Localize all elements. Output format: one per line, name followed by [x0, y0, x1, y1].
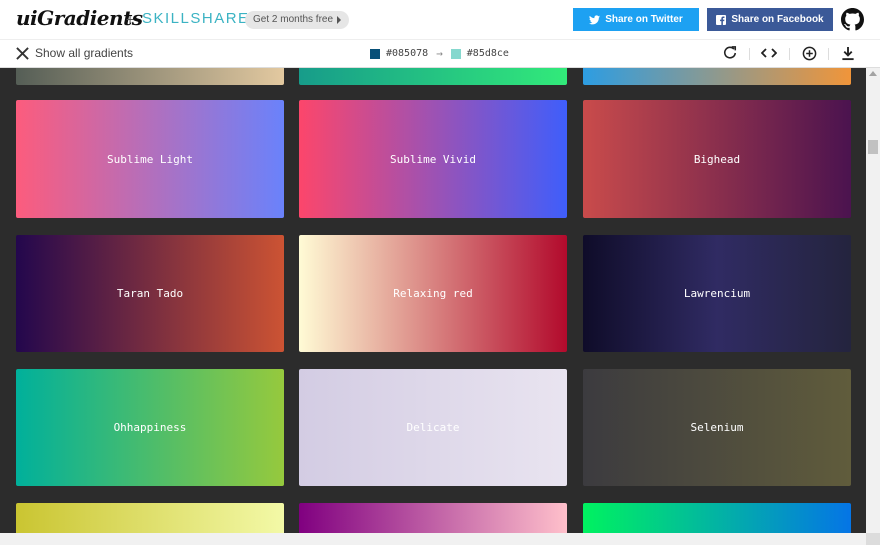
gradient-name: Selenium [690, 421, 744, 434]
scroll-up-arrow-icon[interactable] [869, 71, 877, 76]
gradient-name: Bighead [693, 152, 741, 166]
toolbar-divider [828, 48, 829, 60]
color-to-swatch[interactable] [450, 48, 461, 59]
toolbar-divider [789, 48, 790, 60]
horizontal-scrollbar[interactable] [0, 533, 866, 545]
gradient-name: Taran Tado [116, 287, 184, 300]
facebook-label: Share on Facebook [731, 14, 824, 25]
gradient-card[interactable]: Bighead [583, 100, 851, 218]
promo-label: Get 2 months free [253, 14, 334, 25]
vertical-scrollbar[interactable] [866, 68, 880, 545]
gradient-name: Sublime Light [106, 152, 194, 166]
gradient-card[interactable]: Selenium [583, 369, 851, 486]
color-from-swatch[interactable] [370, 48, 380, 59]
twitter-label: Share on Twitter [605, 14, 683, 25]
show-all-label: Show all gradients [35, 46, 134, 60]
color-to-code[interactable]: #85d8ce [467, 48, 509, 59]
gradient-name: Sublime Vivid [389, 152, 477, 166]
close-icon [16, 46, 29, 60]
gradient-name: Relaxing red [393, 287, 473, 300]
share-twitter-button[interactable]: Share on Twitter [573, 8, 699, 31]
top-header: uiGradients + SKILLSHARE Get 2 months fr… [0, 0, 880, 39]
gradient-card[interactable]: Sublime Vivid [299, 100, 567, 218]
gradient-card[interactable] [16, 68, 284, 85]
gradient-card[interactable]: Sublime Light [16, 100, 284, 218]
gradient-card[interactable]: Delicate [299, 369, 567, 486]
logo[interactable]: uiGradients [16, 6, 143, 30]
gradient-grid: Sublime Light Sublime Vivid Bighead Tara… [0, 68, 866, 545]
scrollbar-corner [866, 533, 880, 545]
gradient-card[interactable] [583, 68, 851, 85]
color-from-code[interactable]: #085078 [386, 48, 428, 59]
promo-pill[interactable]: Get 2 months free [245, 11, 350, 29]
scrollbar-thumb[interactable] [868, 140, 878, 154]
rotate-icon[interactable] [722, 45, 738, 61]
show-all-gradients-button[interactable]: Show all gradients [16, 46, 133, 60]
gradient-card[interactable]: Lawrencium [583, 235, 851, 352]
gradient-card[interactable] [299, 68, 567, 85]
gradient-toolbar: Show all gradients #085078 → #85d8ce [0, 39, 880, 68]
gradient-card[interactable]: Relaxing red [299, 235, 567, 352]
download-icon[interactable] [840, 45, 856, 61]
plus-sign: + [126, 11, 135, 27]
arrow-right-icon: → [436, 47, 443, 60]
code-icon[interactable] [761, 45, 777, 61]
twitter-icon [589, 14, 601, 24]
gradient-card[interactable]: Taran Tado [16, 235, 284, 352]
toolbar-divider [749, 48, 750, 60]
gradient-card[interactable]: Ohhappiness [16, 369, 284, 486]
gradient-name: Lawrencium [683, 287, 751, 300]
share-facebook-button[interactable]: Share on Facebook [707, 8, 833, 31]
play-icon [337, 16, 342, 24]
github-icon[interactable] [841, 8, 864, 31]
current-colors: #085078 → #85d8ce [370, 47, 509, 60]
skillshare-logo[interactable]: SKILLSHARE [142, 10, 250, 27]
gradient-name: Delicate [406, 421, 460, 434]
facebook-icon [716, 14, 727, 25]
add-icon[interactable] [801, 45, 817, 61]
gradient-name: Ohhappiness [113, 421, 187, 434]
